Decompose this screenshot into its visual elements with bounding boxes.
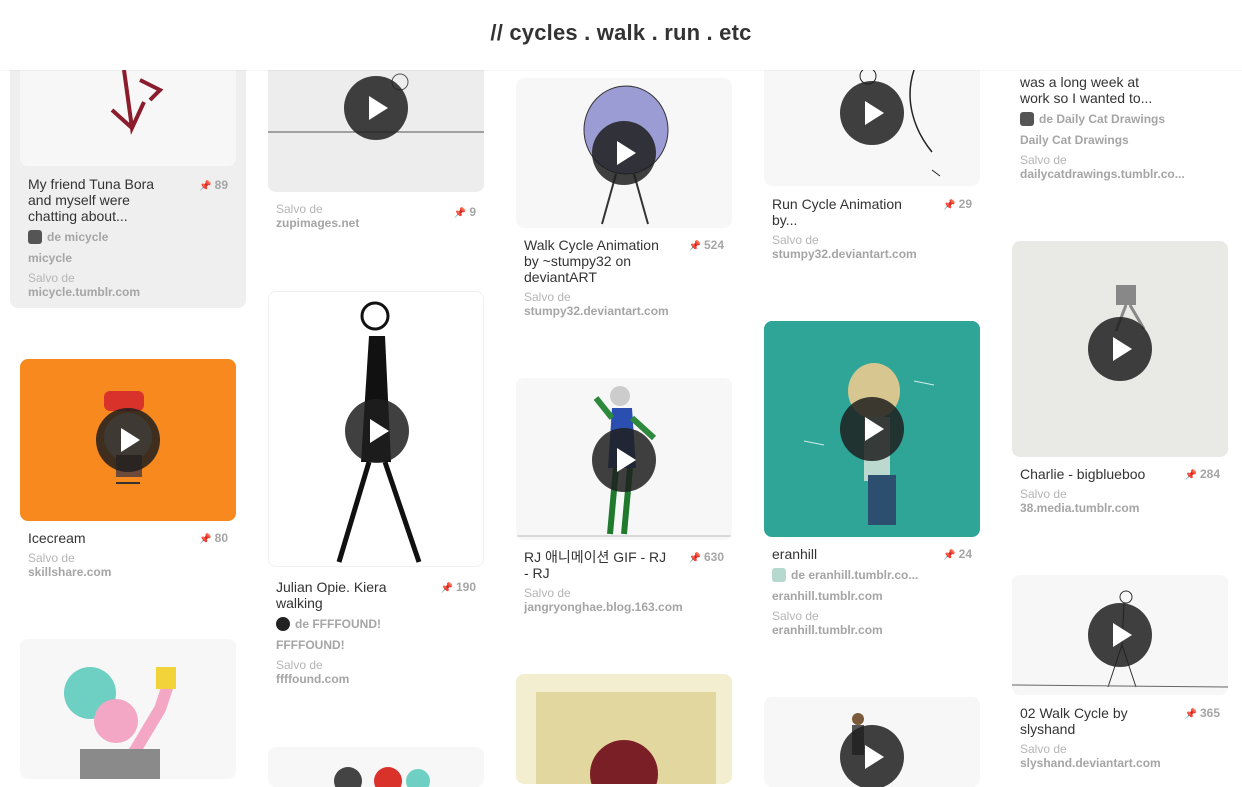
pin-save-count: 📌 80 — [199, 531, 228, 545]
pushpin-icon: 📌 — [943, 550, 956, 561]
pushpin-icon: 📌 — [688, 241, 701, 252]
pin-board-link[interactable]: micycle — [28, 251, 72, 265]
pin-description[interactable]: Charlie - bigblueboo — [1020, 466, 1170, 482]
play-icon[interactable] — [840, 81, 904, 145]
pin-source[interactable]: Salvo de skillshare.com — [28, 551, 111, 579]
pushpin-icon: 📌 — [688, 553, 701, 564]
pin-description[interactable]: Walk Cycle Animation by ~stumpy32 on dev… — [524, 237, 674, 285]
pin-description[interactable]: Julian Opie. Kiera walking — [276, 579, 426, 611]
avatar — [1020, 112, 1034, 126]
pin-source[interactable]: Salvo de 38.media.tumblr.com — [1020, 487, 1139, 515]
pin-attribution[interactable]: de micycle — [28, 230, 108, 244]
pin-save-count: 📌 9 — [453, 205, 476, 219]
pin-attribution[interactable]: de eranhill.tumblr.co... — [772, 568, 918, 582]
play-icon[interactable] — [1088, 603, 1152, 667]
play-icon[interactable] — [345, 399, 409, 463]
pin-source[interactable]: Salvo de zupimages.net — [276, 202, 359, 230]
pin-description[interactable]: RJ 애니메이션 GIF - RJ - RJ — [524, 549, 674, 581]
pin-board-link[interactable]: eranhill.tumblr.com — [772, 589, 883, 603]
pin-source[interactable]: Salvo de jangryonghae.blog.163.com — [524, 586, 683, 614]
avatar — [28, 230, 42, 244]
pin-source[interactable]: Salvo de stumpy32.deviantart.com — [524, 290, 669, 318]
pushpin-icon: 📌 — [199, 534, 212, 545]
pin-image[interactable] — [764, 697, 980, 787]
pin-source[interactable]: Salvo de dailycatdrawings.tumblr.co... — [1020, 153, 1185, 181]
pin-source[interactable]: Salvo de stumpy32.deviantart.com — [772, 233, 917, 261]
pin-attribution[interactable]: de FFFFOUND! — [276, 617, 381, 631]
pin-image[interactable] — [516, 78, 732, 228]
pin-description[interactable]: Icecream — [28, 530, 178, 546]
pin-source[interactable]: Salvo de eranhill.tumblr.com — [772, 609, 883, 637]
pin-save-count: 📌 365 — [1184, 706, 1220, 720]
pin-source[interactable]: Salvo de micycle.tumblr.com — [28, 271, 140, 299]
board-header: // cycles . walk . run . etc — [0, 0, 1242, 70]
characters-image — [334, 767, 430, 787]
pin-description[interactable]: My friend Tuna Bora and myself were chat… — [28, 176, 178, 224]
pushpin-icon: 📌 — [440, 583, 453, 594]
pushpin-icon: 📌 — [1184, 709, 1197, 720]
pin-save-count: 📌 630 — [688, 550, 724, 564]
board-title: // cycles . walk . run . etc — [490, 20, 752, 45]
avatar — [772, 568, 786, 582]
pin-image[interactable] — [20, 359, 236, 521]
pin-description[interactable]: was a long week at work so I wanted to..… — [1020, 74, 1170, 106]
pin-board-link[interactable]: FFFFOUND! — [276, 638, 345, 652]
pin-save-count: 📌 89 — [199, 178, 228, 192]
pushpin-icon: 📌 — [199, 181, 212, 192]
play-icon[interactable] — [840, 397, 904, 461]
pin-image[interactable] — [268, 291, 484, 567]
pin-board-link[interactable]: Daily Cat Drawings — [1020, 133, 1129, 147]
play-icon[interactable] — [592, 428, 656, 492]
pin-description[interactable]: eranhill — [772, 546, 922, 562]
pushpin-icon: 📌 — [1184, 470, 1197, 481]
play-icon[interactable] — [592, 121, 656, 185]
pin-source[interactable]: Salvo de ffffound.com — [276, 658, 349, 686]
pin-save-count: 📌 29 — [943, 197, 972, 211]
girl-illustration-image — [64, 667, 176, 779]
pin-image[interactable] — [516, 674, 732, 784]
avatar — [276, 617, 290, 631]
painting-image — [536, 692, 716, 784]
pin-image[interactable] — [1012, 575, 1228, 695]
pin-save-count: 📌 24 — [943, 547, 972, 561]
pushpin-icon: 📌 — [943, 200, 956, 211]
pin-image[interactable] — [268, 747, 484, 787]
play-icon[interactable] — [344, 76, 408, 140]
pushpin-icon: 📌 — [453, 208, 467, 219]
pin-source[interactable]: Salvo de slyshand.deviantart.com — [1020, 742, 1161, 770]
pin-save-count: 📌 524 — [688, 238, 724, 252]
pin-attribution[interactable]: de Daily Cat Drawings — [1020, 112, 1165, 126]
play-icon[interactable] — [96, 408, 160, 472]
play-icon[interactable] — [840, 725, 904, 787]
pin-image[interactable] — [516, 378, 732, 540]
play-icon[interactable] — [1088, 317, 1152, 381]
pin-image[interactable] — [764, 321, 980, 537]
pin-save-count: 📌 284 — [1184, 467, 1220, 481]
pin-image[interactable] — [1012, 241, 1228, 457]
pin-description[interactable]: Run Cycle Animation by... — [772, 196, 922, 228]
pin-description[interactable]: 02 Walk Cycle by slyshand — [1020, 705, 1170, 737]
pin-save-count: 📌 190 — [440, 580, 476, 594]
pin-image[interactable] — [20, 639, 236, 779]
